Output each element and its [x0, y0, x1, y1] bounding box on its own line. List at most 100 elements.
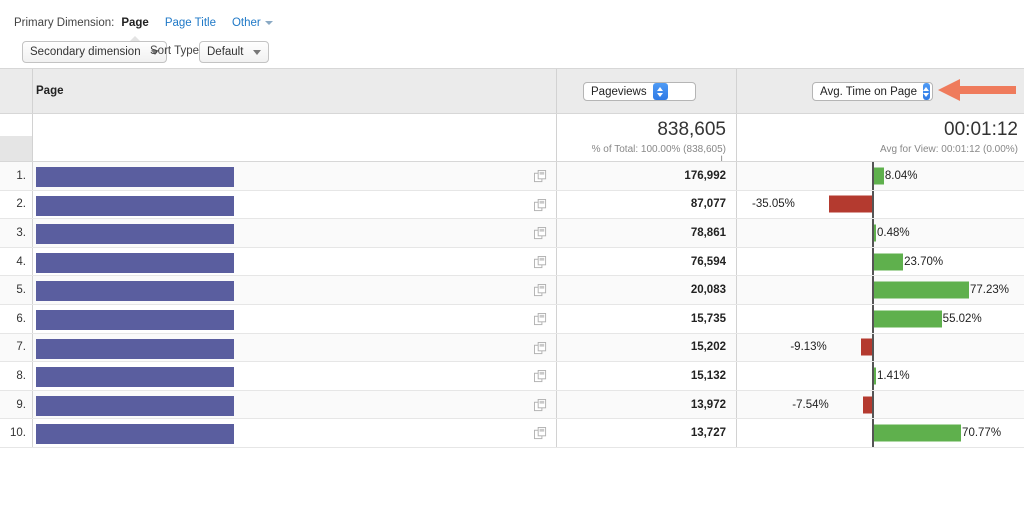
primary-dimension-other[interactable]: Other [232, 17, 273, 29]
row-index: 1. [16, 169, 26, 182]
open-pages-detail-icon[interactable] [534, 341, 547, 360]
table-row[interactable]: 7. 15,202 -9.13% [0, 333, 1024, 363]
open-pages-detail-icon[interactable] [534, 198, 547, 217]
column-divider [556, 190, 557, 219]
column-divider [556, 276, 557, 304]
pageviews-value: 76,594 [690, 255, 726, 268]
page-name-redacted[interactable] [36, 167, 234, 187]
table-row[interactable]: 6. 15,735 55.02% [0, 304, 1024, 334]
secondary-dimension-button[interactable]: Secondary dimension [22, 41, 167, 63]
column-divider [556, 333, 557, 362]
primary-dimension-page[interactable]: Page [121, 17, 149, 29]
primary-dimension-bar: Primary Dimension: Page Page Title Other [0, 10, 289, 36]
open-pages-detail-icon[interactable] [534, 227, 547, 245]
table-row[interactable]: 9. 13,972 -7.54% [0, 390, 1024, 420]
page-name-redacted[interactable] [36, 252, 234, 273]
zero-baseline [872, 190, 874, 219]
open-pages-detail-icon[interactable] [534, 284, 547, 302]
comparison-bar-label: 77.23% [969, 284, 1009, 297]
column-divider [556, 162, 557, 190]
comparison-bar-label: 8.04% [884, 169, 918, 182]
comparison-bar-label: 70.77% [962, 427, 1002, 440]
open-pages-detail-icon[interactable] [534, 312, 547, 331]
chevron-down-icon [264, 20, 273, 25]
avg-time-metric-select[interactable]: Avg. Time on Page [812, 82, 933, 101]
column-divider [32, 69, 33, 113]
table-row[interactable]: 2. 87,077 -35.05% [0, 190, 1024, 220]
pageviews-value: 15,132 [690, 369, 726, 382]
pageviews-value: 13,727 [690, 427, 726, 440]
pageviews-value: 87,077 [690, 198, 726, 211]
open-pages-detail-icon[interactable] [534, 170, 547, 188]
column-divider [32, 114, 33, 161]
comparison-bar [860, 338, 872, 356]
comparison-bar-label: -9.13% [790, 341, 827, 354]
pageviews-total: 838,605 % of Total: 100.00% (838,605) [560, 114, 726, 162]
table-row[interactable]: 4. 76,594 23.70% [0, 247, 1024, 277]
analytics-report-page: Primary Dimension: Page Page Title Other… [0, 0, 1024, 508]
table-row[interactable]: 5. 20,083 77.23% [0, 276, 1024, 305]
page-name-redacted[interactable] [36, 367, 234, 388]
comparison-bar-label: 1.41% [877, 369, 910, 382]
comparison-bar [874, 224, 876, 242]
comparison-bar [874, 310, 942, 328]
pageviews-value: 15,735 [690, 312, 726, 325]
open-pages-detail-icon[interactable] [534, 427, 547, 445]
open-pages-detail-icon[interactable] [534, 255, 547, 274]
table-row[interactable]: 1. 176,992 8.04% [0, 162, 1024, 191]
pageviews-value: 78,861 [690, 226, 726, 239]
comparison-chart-cell: 1.41% [737, 362, 1024, 390]
sort-type-label: Sort Type: [150, 45, 203, 57]
open-pages-detail-icon[interactable] [534, 398, 547, 417]
column-divider [556, 69, 557, 113]
avg-time-metric-label: Avg. Time on Page [820, 85, 917, 98]
avg-time-total: 00:01:12 Avg for View: 00:01:12 (0.00%) [740, 114, 1018, 162]
pageviews-value: 20,083 [690, 284, 726, 297]
stepper-icon [922, 83, 930, 100]
column-divider [32, 333, 33, 362]
pageviews-metric-select[interactable]: Pageviews [583, 82, 696, 101]
comparison-chart-cell: 77.23% [737, 276, 1024, 304]
table-row[interactable]: 8. 15,132 1.41% [0, 362, 1024, 391]
column-divider [556, 419, 557, 447]
comparison-bar-label: -7.54% [792, 398, 829, 411]
column-divider [556, 219, 557, 247]
avg-time-total-value: 00:01:12 [944, 119, 1018, 140]
pageviews-value: 13,972 [690, 398, 726, 411]
comparison-chart-cell: -9.13% [737, 333, 1024, 362]
open-pages-detail-icon[interactable] [534, 370, 547, 388]
comparison-bar [828, 195, 872, 213]
comparison-bar [874, 424, 962, 442]
page-name-redacted[interactable] [36, 224, 234, 245]
table-row[interactable]: 10. 13,727 70.77% [0, 419, 1024, 448]
page-name-redacted[interactable] [36, 309, 234, 330]
pageviews-total-sub: % of Total: 100.00% (838,605) [591, 144, 726, 155]
column-divider [32, 219, 33, 247]
row-index: 8. [16, 369, 26, 382]
table-row[interactable]: 3. 78,861 0.48% [0, 219, 1024, 248]
page-name-redacted[interactable] [36, 195, 234, 216]
row-index: 2. [16, 198, 26, 211]
column-divider [556, 362, 557, 390]
table-body: 1. 176,992 8.04% 2. 87,077 -35.05% 3. 78… [0, 162, 1024, 448]
page-column-header: Page [36, 85, 64, 97]
table-header-row: Page Pageviews ↓ Avg. Time on Page (comp… [0, 68, 1024, 178]
page-name-redacted[interactable] [36, 395, 234, 416]
pageviews-metric-label: Pageviews [591, 85, 647, 98]
row-index: 4. [16, 255, 26, 268]
column-divider [556, 247, 557, 276]
stepper-icon [652, 83, 668, 100]
sort-type-button[interactable]: Default [199, 41, 270, 63]
secondary-dimension-label: Secondary dimension [30, 46, 141, 58]
comparison-chart-cell: 23.70% [737, 247, 1024, 276]
comparison-chart-cell: 70.77% [737, 419, 1024, 447]
primary-dimension-page-title[interactable]: Page Title [165, 17, 216, 29]
column-divider [556, 304, 557, 333]
column-divider [32, 162, 33, 190]
page-name-redacted[interactable] [36, 338, 234, 359]
page-name-redacted[interactable] [36, 424, 234, 445]
column-divider [32, 190, 33, 219]
page-name-redacted[interactable] [36, 281, 234, 302]
column-divider [556, 114, 557, 161]
comparison-bar-label: 23.70% [904, 255, 944, 268]
